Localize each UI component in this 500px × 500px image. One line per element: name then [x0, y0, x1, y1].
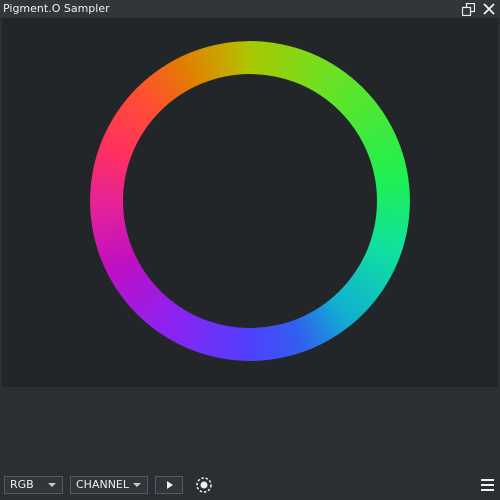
mode-dropdown[interactable]: CHANNEL — [70, 476, 148, 494]
panel-spacer — [0, 387, 500, 473]
float-window-icon[interactable] — [461, 2, 475, 16]
color-model-dropdown[interactable]: RGB — [4, 476, 63, 494]
hamburger-menu-icon[interactable] — [481, 479, 494, 491]
window-title: Pigment.O Sampler — [3, 2, 110, 15]
sampler-panel[interactable] — [2, 18, 498, 387]
chevron-down-icon — [48, 483, 56, 487]
sampler-target-icon[interactable] — [195, 476, 213, 494]
chevron-down-icon — [133, 483, 141, 487]
mode-label: CHANNEL — [76, 478, 130, 491]
close-icon[interactable] — [482, 2, 496, 16]
hue-ring[interactable] — [90, 41, 410, 361]
bottom-toolbar: RGB CHANNEL — [0, 473, 500, 500]
color-model-label: RGB — [10, 478, 34, 491]
title-bar: Pigment.O Sampler — [0, 0, 500, 18]
play-button[interactable] — [155, 476, 183, 494]
play-icon — [167, 481, 173, 489]
